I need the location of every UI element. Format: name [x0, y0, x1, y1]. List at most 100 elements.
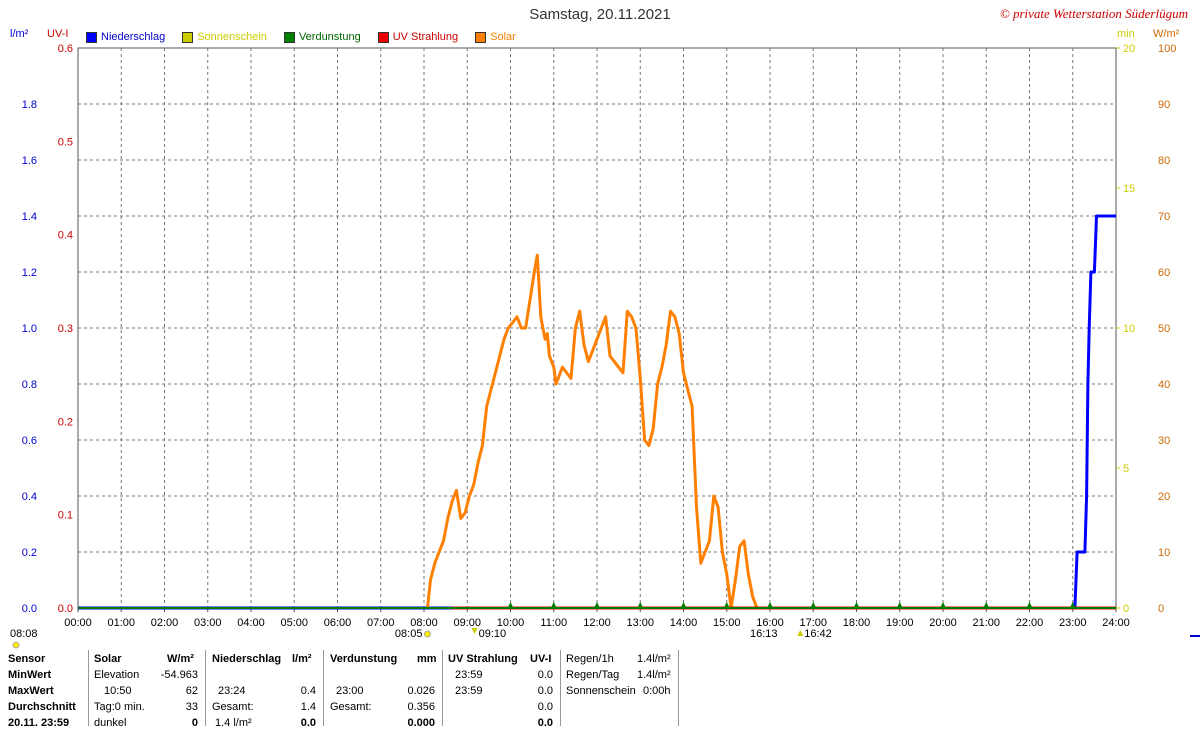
y-tick-label-precip: 0.4	[22, 491, 37, 503]
solar-value: 62	[185, 685, 198, 697]
y-tick-label-precip: 0.0	[22, 603, 37, 615]
x-tick-label: 12:00	[583, 617, 611, 629]
x-tick-label: 02:00	[151, 617, 179, 629]
y-tick-label-precip: 1.6	[22, 155, 37, 167]
sensor-header: Sensor	[8, 653, 46, 665]
precip-value: 0.4	[300, 685, 316, 697]
y-tick-label-precip: 1.0	[22, 323, 37, 335]
time-label-left: 08:08	[10, 628, 38, 640]
y-tick-label-sun: 20	[1123, 43, 1135, 55]
y-tick-label-solar: 20	[1158, 491, 1170, 503]
y-tick-label-sun: 15	[1123, 183, 1135, 195]
y-tick-label-solar: 100	[1158, 43, 1176, 55]
y-tick-label-uv: 0.2	[58, 416, 73, 428]
precip-label: 23:24	[218, 685, 246, 697]
evap-unit: mm	[417, 653, 437, 665]
y-tick-label-solar: 40	[1158, 379, 1170, 391]
sensor-row-max: MaxWert	[8, 685, 54, 697]
x-tick-label: 19:00	[886, 617, 914, 629]
y-tick-label-solar: 50	[1158, 323, 1170, 335]
x-tick-label: 23:00	[1059, 617, 1087, 629]
precip-value: 0.0	[300, 717, 316, 729]
x-tick-label: 09:00	[453, 617, 481, 629]
y-tick-label-precip: 0.6	[22, 435, 37, 447]
regen-value: 1.4l/m²	[637, 653, 671, 665]
sensor-row-now: 20.11. 23:59	[8, 717, 70, 729]
y-tick-label-solar: 30	[1158, 435, 1170, 447]
evap-value: 0.356	[407, 701, 435, 713]
marker-up-icon	[797, 630, 804, 636]
x-tick-label: 22:00	[1016, 617, 1044, 629]
sun-icon	[12, 641, 20, 649]
x-tick-label: 06:00	[324, 617, 352, 629]
x-tick-label: 20:00	[929, 617, 957, 629]
uv-label: 23:59	[455, 685, 483, 697]
solar-label: Tag:0 min.	[94, 701, 145, 713]
precip-label: 1.4 l/m²	[215, 717, 252, 729]
uv-unit: UV-I	[530, 653, 552, 665]
y-tick-label-sun: 5	[1123, 463, 1129, 475]
y-tick-label-precip: 1.4	[22, 211, 37, 223]
x-tick-label: 13:00	[626, 617, 654, 629]
y-tick-label-solar: 90	[1158, 99, 1170, 111]
precip-value: 1.4	[300, 701, 316, 713]
y-tick-label-solar: 80	[1158, 155, 1170, 167]
y-tick-label-sun: 0	[1123, 603, 1129, 615]
y-tick-label-sun: 10	[1123, 323, 1135, 335]
time-label: 16:42	[804, 628, 832, 640]
y-tick-label-uv: 0.0	[58, 603, 73, 615]
solar-header: Solar	[94, 653, 122, 665]
precip-label: Gesamt:	[212, 701, 254, 713]
uv-value: 0.0	[537, 669, 553, 681]
x-tick-label: 07:00	[367, 617, 395, 629]
y-tick-label-precip: 1.2	[22, 267, 37, 279]
x-tick-label: 14:00	[670, 617, 698, 629]
y-tick-label-solar: 60	[1158, 267, 1170, 279]
y-tick-label-uv: 0.1	[58, 510, 73, 522]
x-tick-label: 18:00	[843, 617, 871, 629]
regen-label: Regen/Tag	[566, 669, 620, 681]
y-tick-label-precip: 0.8	[22, 379, 37, 391]
time-label: 09:10	[479, 628, 507, 640]
sunset-label: 16:13	[750, 628, 778, 640]
x-tick-label: 11:00	[540, 617, 567, 629]
x-tick-label: 24:00	[1102, 617, 1130, 629]
sunrise-label: 08:05	[395, 628, 423, 640]
y-tick-label-uv: 0.6	[58, 43, 73, 55]
solar-label: Elevation	[94, 669, 140, 681]
regen-label: Regen/1h	[566, 653, 614, 665]
x-tick-label: 01:00	[107, 617, 135, 629]
y-tick-label-precip: 0.2	[22, 547, 37, 559]
sunrise-icon	[423, 630, 431, 638]
uv-value: 0.0	[537, 717, 553, 729]
precip-header: Niederschlag	[212, 653, 282, 665]
solar-label: 10:50	[104, 685, 132, 697]
x-tick-label: 03:00	[194, 617, 222, 629]
evap-label: Gesamt:	[330, 701, 372, 713]
sensor-row-min: MinWert	[8, 669, 52, 681]
uv-header: UV Strahlung	[448, 653, 518, 665]
evap-value: 0.026	[407, 685, 435, 697]
uv-label: 23:59	[455, 669, 483, 681]
statistics-table: Sensor MinWert MaxWert Durchschnitt 20.1…	[0, 650, 1200, 729]
solar-label: dunkel	[94, 717, 127, 729]
marker-down-icon	[471, 628, 478, 634]
sensor-row-avg: Durchschnitt	[8, 701, 76, 713]
regen-label: Sonnenschein	[566, 685, 636, 697]
solar-value: 33	[185, 701, 198, 713]
uv-value: 0.0	[537, 685, 553, 697]
uv-value: 0.0	[537, 701, 553, 713]
y-tick-label-uv: 0.3	[58, 323, 73, 335]
precip-unit: l/m²	[292, 653, 312, 665]
evap-value: 0.000	[407, 717, 435, 729]
regen-value: 1.4l/m²	[637, 669, 671, 681]
y-tick-label-solar: 70	[1158, 211, 1170, 223]
y-tick-label-uv: 0.5	[58, 136, 73, 148]
x-tick-label: 00:00	[64, 617, 92, 629]
evap-label: 23:00	[336, 685, 364, 697]
solar-unit: W/m²	[167, 653, 194, 665]
evap-header: Verdunstung	[330, 653, 398, 665]
y-tick-label-solar: 10	[1158, 547, 1170, 559]
x-tick-label: 05:00	[280, 617, 308, 629]
regen-value: 0:00h	[643, 685, 671, 697]
